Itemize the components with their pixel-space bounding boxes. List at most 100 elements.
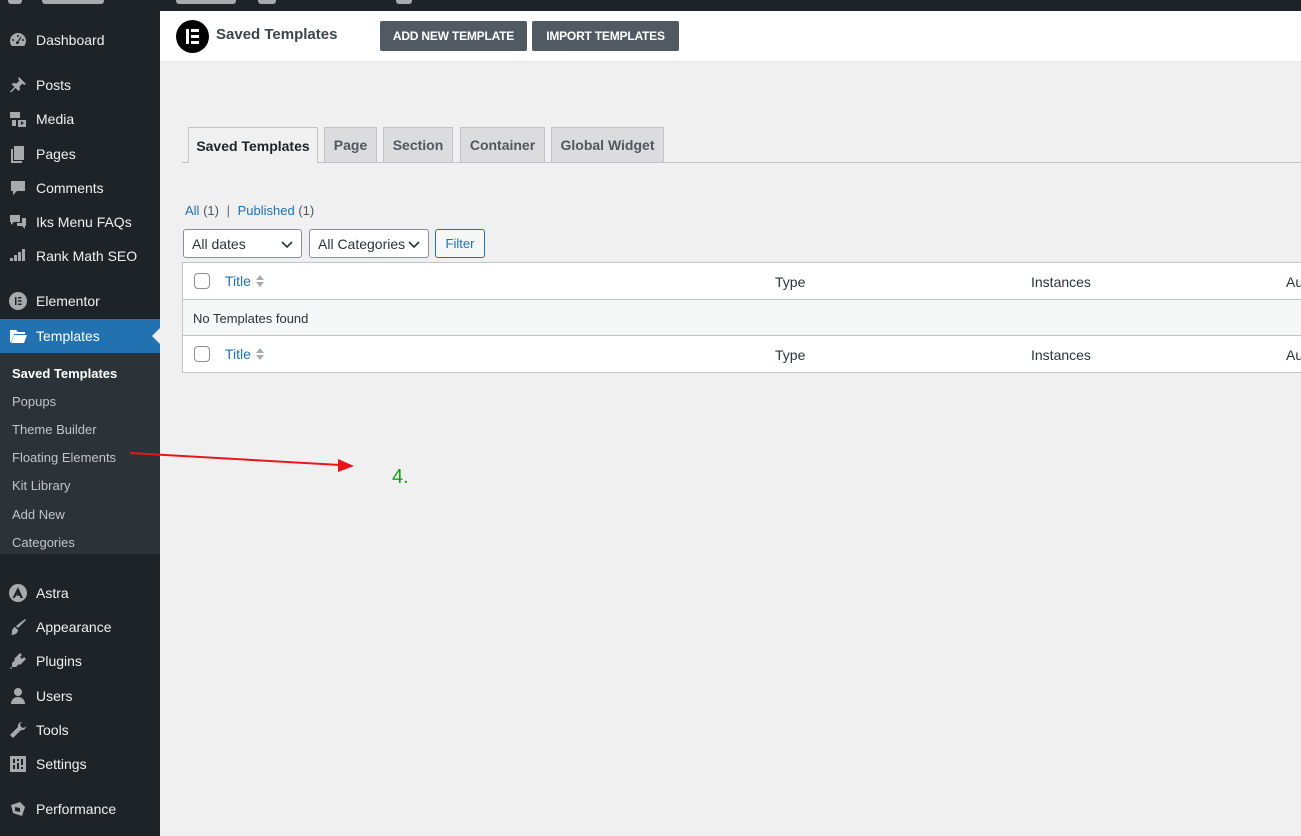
wrench-icon — [0, 720, 36, 740]
page-title: Saved Templates — [216, 26, 338, 43]
sidebar-item-appearance[interactable]: Appearance — [0, 610, 160, 644]
elementor-top-header: Saved Templates ADD NEW TEMPLATE IMPORT … — [160, 11, 1301, 61]
pin-icon — [0, 75, 36, 95]
select-all-checkbox-footer[interactable] — [194, 346, 210, 362]
sidebar-item-label: Tools — [36, 722, 69, 738]
submenu-item-add-new[interactable]: Add New — [12, 507, 65, 522]
tab-saved-templates[interactable]: Saved Templates — [188, 127, 318, 163]
submenu-item-popups[interactable]: Popups — [12, 394, 56, 409]
add-new-template-button[interactable]: ADD NEW TEMPLATE — [380, 21, 527, 51]
admin-bar-item[interactable] — [396, 0, 412, 4]
performance-icon — [0, 799, 36, 819]
category-filter-select[interactable]: All Categories — [309, 229, 429, 258]
sidebar-item-label: Elementor — [36, 293, 100, 309]
admin-bar-item[interactable] — [176, 0, 236, 4]
no-items-message: No Templates found — [193, 311, 309, 326]
templates-table: Title Type Instances Au No Templates fou… — [182, 262, 1301, 373]
sidebar-item-label: Appearance — [36, 619, 112, 635]
sidebar-item-label: Pages — [36, 146, 76, 162]
view-all-count: (1) — [203, 203, 219, 218]
tab-section[interactable]: Section — [383, 127, 453, 162]
annotation-label: 4. — [392, 466, 409, 488]
view-all-link[interactable]: All — [185, 203, 199, 218]
sidebar-item-posts[interactable]: Posts — [0, 68, 160, 102]
title-column-label: Title — [225, 346, 251, 362]
faq-icon — [0, 212, 36, 232]
plugin-icon — [0, 651, 36, 671]
astra-icon — [0, 583, 36, 603]
tab-page[interactable]: Page — [324, 127, 377, 162]
submenu-item-kit-library[interactable]: Kit Library — [12, 478, 71, 493]
admin-bar-item[interactable] — [258, 0, 276, 4]
sidebar-item-performance[interactable]: Performance — [0, 792, 160, 826]
tab-container[interactable]: Container — [460, 127, 545, 162]
author-column-header: Au — [1286, 274, 1301, 290]
instances-column-header: Instances — [1031, 274, 1091, 290]
settings-icon — [0, 754, 36, 774]
wordpress-logo-icon[interactable] — [8, 0, 22, 4]
sort-icon — [255, 348, 264, 360]
title-column-footer[interactable]: Title — [225, 346, 265, 362]
pages-icon — [0, 144, 36, 164]
submenu-item-theme-builder[interactable]: Theme Builder — [12, 422, 97, 437]
type-column-footer: Type — [775, 347, 806, 363]
sidebar-item-dashboard[interactable]: Dashboard — [0, 23, 160, 57]
admin-bar — [0, 0, 1301, 11]
status-views: All (1) | Published (1) — [185, 203, 314, 218]
sidebar-item-label: Settings — [36, 756, 87, 772]
comments-icon — [0, 178, 36, 198]
sidebar-item-label: Dashboard — [36, 32, 105, 48]
submenu-item-floating-elements[interactable]: Floating Elements — [12, 450, 116, 465]
sidebar-item-plugins[interactable]: Plugins — [0, 644, 160, 678]
sidebar-item-settings[interactable]: Settings — [0, 747, 160, 781]
users-icon — [0, 686, 36, 706]
sidebar-item-label: Media — [36, 111, 75, 127]
sidebar-item-comments[interactable]: Comments — [0, 171, 160, 205]
site-name-link[interactable] — [42, 0, 104, 4]
table-footer-row: Title Type Instances Au — [183, 336, 1301, 373]
sidebar-item-media[interactable]: Media — [0, 102, 160, 136]
chevron-down-icon — [408, 241, 420, 249]
filter-button[interactable]: Filter — [435, 229, 485, 258]
sidebar-item-label: Templates — [36, 328, 100, 344]
folder-icon — [0, 326, 36, 346]
sidebar-item-elementor[interactable]: Elementor — [0, 284, 160, 318]
title-column-label: Title — [225, 273, 251, 289]
category-filter-value: All Categories — [318, 235, 406, 252]
tab-global-widget[interactable]: Global Widget — [551, 127, 664, 162]
sidebar-item-templates[interactable]: Templates — [0, 319, 160, 353]
chevron-down-icon — [281, 241, 293, 249]
templates-submenu: Saved Templates Popups Theme Builder Flo… — [0, 353, 160, 554]
sidebar-item-users[interactable]: Users — [0, 679, 160, 713]
sidebar-item-label: Posts — [36, 77, 72, 93]
table-row: No Templates found — [183, 300, 1301, 336]
title-column-header[interactable]: Title — [225, 273, 265, 289]
view-separator: | — [226, 203, 230, 218]
submenu-item-categories[interactable]: Categories — [12, 535, 75, 550]
media-icon — [0, 109, 36, 129]
tabs-divider — [182, 162, 1301, 163]
admin-sidebar: Dashboard Posts Media Pages Comments Iks… — [0, 11, 160, 836]
sidebar-item-tools[interactable]: Tools — [0, 713, 160, 747]
brush-icon — [0, 617, 36, 637]
sidebar-item-iks-menu-faqs[interactable]: Iks Menu FAQs — [0, 205, 160, 239]
author-column-footer: Au — [1286, 347, 1301, 363]
table-header-row: Title Type Instances Au — [183, 263, 1301, 300]
sidebar-item-pages[interactable]: Pages — [0, 137, 160, 171]
import-templates-button[interactable]: IMPORT TEMPLATES — [532, 21, 679, 51]
sidebar-item-label: Astra — [36, 585, 69, 601]
sidebar-item-label: Rank Math SEO — [36, 248, 138, 264]
sidebar-item-label: Users — [36, 688, 73, 704]
date-filter-value: All dates — [192, 235, 246, 252]
dashboard-icon — [0, 30, 36, 50]
view-published-link[interactable]: Published — [238, 203, 295, 218]
date-filter-select[interactable]: All dates — [183, 229, 302, 258]
sidebar-item-astra[interactable]: Astra — [0, 576, 160, 610]
sidebar-item-rank-math-seo[interactable]: Rank Math SEO — [0, 239, 160, 273]
submenu-item-saved-templates[interactable]: Saved Templates — [12, 366, 117, 381]
type-column-header: Type — [775, 274, 806, 290]
rankmath-icon — [0, 246, 36, 266]
sidebar-item-label: Performance — [36, 801, 117, 817]
sidebar-item-label: Iks Menu FAQs — [36, 214, 132, 230]
select-all-checkbox[interactable] — [194, 273, 210, 289]
